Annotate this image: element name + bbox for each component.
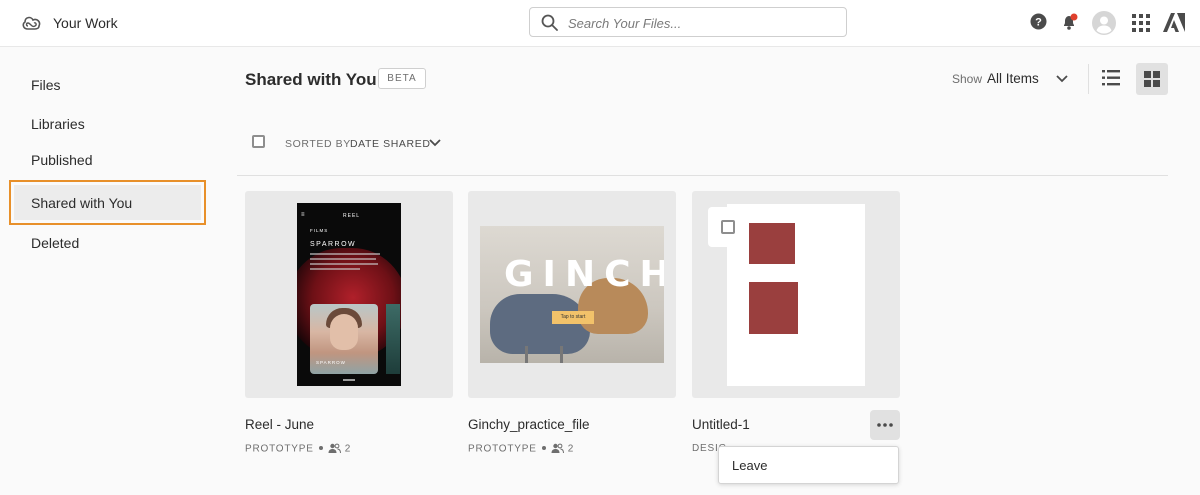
sort-dropdown[interactable]: DATE SHARED: [350, 138, 431, 150]
file-meta: PROTOTYPE 2: [245, 443, 351, 455]
card-select-checkbox[interactable]: [708, 207, 748, 247]
red-square-shape: [749, 282, 798, 334]
svg-text:?: ?: [1035, 17, 1042, 29]
menu-icon: ≡: [301, 212, 306, 218]
sparrow-heading: SPARROW: [310, 241, 357, 248]
file-title[interactable]: Ginchy_practice_file: [468, 417, 590, 432]
portrait-face: [330, 314, 358, 350]
checkbox-box: [721, 220, 735, 234]
avatar-icon[interactable]: [1092, 11, 1116, 35]
collaborators-icon: [551, 443, 564, 454]
tap-to-start-button: Tap to start: [552, 311, 594, 324]
sidebar-item-published[interactable]: Published: [31, 152, 93, 168]
toy-figure-blue: [490, 294, 590, 354]
sidebar-item-libraries[interactable]: Libraries: [31, 116, 85, 132]
red-square-shape: [749, 223, 795, 264]
file-type: PROTOTYPE: [245, 443, 314, 455]
grid-view-button[interactable]: [1136, 63, 1168, 95]
text-line: [310, 263, 378, 265]
file-thumbnail[interactable]: GINCHY Tap to start: [468, 191, 676, 398]
separator-dot: [541, 446, 546, 450]
text-line: [310, 258, 376, 260]
beta-badge: BETA: [378, 68, 426, 89]
content-divider: [237, 175, 1168, 176]
collaborator-count: 2: [344, 443, 352, 455]
portrait-caption: SPARROW: [316, 360, 346, 365]
text-line: [310, 253, 380, 255]
notifications-bell-icon[interactable]: [1061, 13, 1079, 31]
toy-leg: [560, 346, 563, 363]
search-input[interactable]: [566, 13, 840, 33]
toy-leg: [525, 346, 528, 363]
next-card-preview: [386, 304, 400, 374]
search-box[interactable]: [529, 7, 847, 37]
sidebar: Files Libraries Published Shared with Yo…: [0, 47, 215, 495]
reel-app-label: REEL: [343, 213, 361, 219]
films-label: FILMS: [310, 228, 329, 233]
file-thumbnail[interactable]: REEL ≡ FILMS SPARROW SPARROW: [245, 191, 453, 398]
text-line: [310, 268, 360, 270]
page-dots: [343, 379, 355, 381]
sidebar-item-label: Shared with You: [31, 195, 133, 211]
more-options-button[interactable]: [870, 410, 900, 440]
collaborator-count: 2: [567, 443, 575, 455]
file-meta: PROTOTYPE 2: [468, 443, 574, 455]
ginchy-wordmark: GINCHY: [504, 254, 664, 295]
app-switcher-grid-icon[interactable]: [1132, 14, 1150, 32]
chevron-down-icon[interactable]: [1056, 74, 1068, 84]
file-thumbnail[interactable]: [692, 191, 900, 398]
sorted-by-label: SORTED BY: [285, 138, 351, 150]
context-menu: Leave: [718, 446, 899, 484]
sidebar-item-deleted[interactable]: Deleted: [31, 235, 79, 251]
show-filter-dropdown[interactable]: All Items: [987, 71, 1039, 86]
toolbar-divider: [1088, 64, 1089, 94]
grid-view-icon: [1144, 71, 1160, 87]
list-view-icon[interactable]: [1102, 69, 1120, 87]
app-title[interactable]: Your Work: [53, 15, 118, 31]
portrait-card: SPARROW: [310, 304, 378, 374]
chevron-down-icon[interactable]: [429, 138, 441, 148]
collaborators-icon: [328, 443, 341, 454]
page-title: Shared with You: [245, 70, 377, 89]
reel-phone-preview: REEL ≡ FILMS SPARROW SPARROW: [297, 203, 401, 386]
file-title[interactable]: Reel - June: [245, 417, 314, 432]
sidebar-item-highlight: Shared with You: [14, 185, 201, 220]
ginchy-preview-image: GINCHY Tap to start: [480, 226, 664, 363]
more-dots-icon: [877, 423, 893, 427]
adobe-logo-icon[interactable]: [1163, 13, 1185, 32]
sidebar-item-shared-with-you[interactable]: Shared with You: [9, 180, 206, 225]
menu-item-leave[interactable]: Leave: [732, 458, 767, 473]
sidebar-item-files[interactable]: Files: [31, 77, 61, 93]
file-title[interactable]: Untitled-1: [692, 417, 750, 432]
creative-cloud-logo-icon[interactable]: [20, 13, 42, 33]
file-type: PROTOTYPE: [468, 443, 537, 455]
help-icon[interactable]: ?: [1030, 13, 1047, 30]
separator-dot: [318, 446, 323, 450]
show-filter-label: Show: [952, 72, 983, 86]
search-icon: [541, 14, 558, 31]
top-bar: Your Work ?: [0, 0, 1200, 47]
select-all-checkbox[interactable]: [252, 135, 265, 148]
